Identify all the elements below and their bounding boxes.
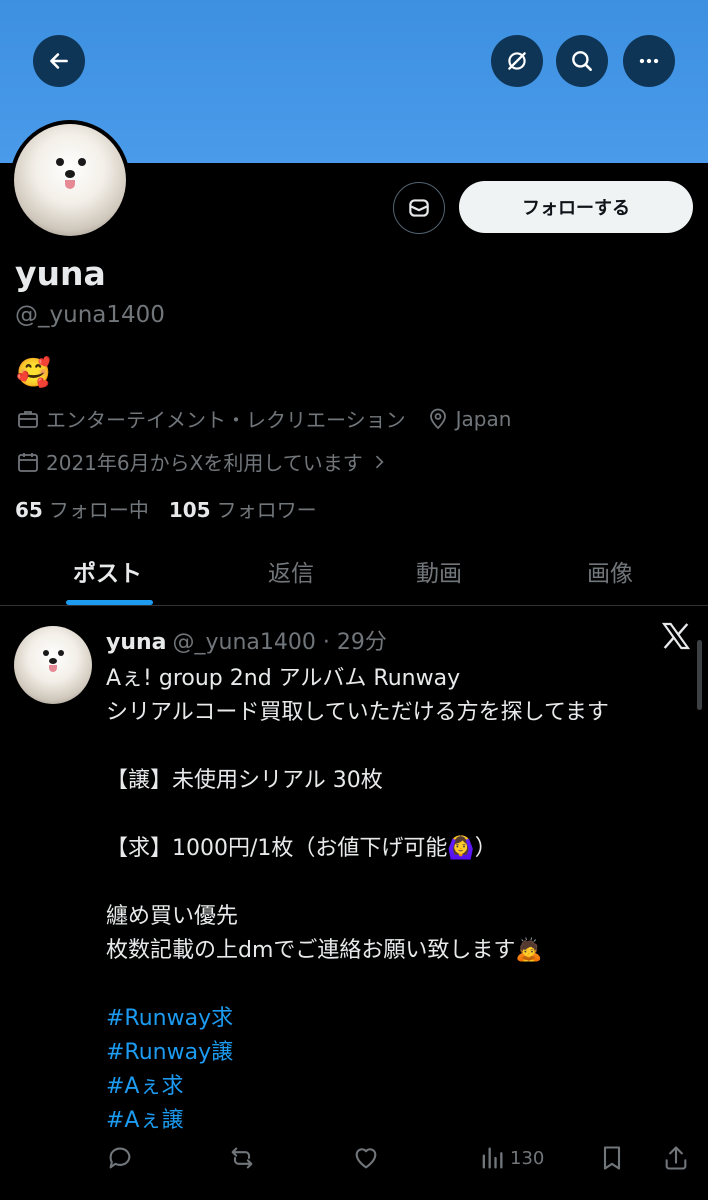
profile-avatar[interactable]: [10, 120, 130, 240]
profile-handle: @_yuna1400: [15, 302, 165, 328]
grok-icon: [508, 52, 526, 70]
more-button[interactable]: [623, 35, 675, 87]
followers-label: フォロワー: [216, 498, 317, 522]
location-icon: [429, 408, 446, 429]
bookmark-icon: [603, 1146, 621, 1170]
profile-name: yuna: [15, 254, 106, 293]
post-author-name[interactable]: yuna: [106, 630, 167, 655]
post-text-line: 【求】1000円/1枚（お値下げ可能🙆‍♀️）: [106, 836, 497, 861]
briefcase-icon: [18, 410, 38, 428]
chevron-right-icon: [375, 455, 384, 468]
views-count: 130: [510, 1147, 545, 1169]
post-text-line: 枚数記載の上dmでご連絡お願い致します🙇: [106, 938, 543, 963]
tab-replies[interactable]: 返信: [268, 554, 314, 588]
heart-icon: [355, 1148, 377, 1169]
like-button[interactable]: [352, 1144, 380, 1172]
post-text-line: 【譲】未使用シリアル 30枚: [106, 768, 383, 793]
profile-bio: 🥰: [16, 356, 51, 389]
profile-tabs: ポスト 返信 動画 画像: [0, 540, 708, 606]
profile-location: Japan: [455, 406, 512, 431]
repost-icon: [231, 1147, 253, 1169]
post-avatar[interactable]: [14, 626, 92, 704]
grok-button[interactable]: [491, 35, 543, 87]
hashtag-link[interactable]: #Runway譲: [106, 1034, 233, 1066]
follow-button[interactable]: フォローする: [459, 181, 693, 233]
message-button[interactable]: [393, 182, 445, 234]
followers-stat[interactable]: 105 フォロワー: [169, 494, 317, 523]
profile-joined-row[interactable]: 2021年6月からXを利用しています: [16, 447, 395, 476]
arrow-left-icon: [50, 53, 68, 69]
post-author-handle[interactable]: @_yuna1400: [173, 630, 316, 655]
post-text-line: 纏め買い優先: [106, 904, 239, 929]
scrollbar[interactable]: [697, 640, 702, 710]
repost-button[interactable]: [228, 1144, 256, 1172]
following-count: 65: [15, 498, 43, 522]
post-actions: 130: [0, 1140, 708, 1180]
more-icon: [639, 58, 659, 64]
followers-count: 105: [168, 498, 211, 522]
profile-meta-row: エンターテイメント・レクリエーション Japan: [16, 404, 511, 433]
profile-joined: 2021年6月からXを利用しています: [46, 451, 363, 475]
post-text-line: Aぇ! group 2nd アルバム Runway: [106, 666, 461, 691]
active-tab-indicator: [66, 600, 153, 605]
share-icon: [665, 1146, 687, 1170]
calendar-icon: [18, 452, 38, 472]
post-time[interactable]: · 29分: [323, 630, 387, 655]
back-button[interactable]: [33, 35, 85, 87]
share-button[interactable]: [662, 1144, 690, 1172]
reply-button[interactable]: [106, 1144, 134, 1172]
profile-category: エンターテイメント・レクリエーション: [46, 408, 406, 432]
mail-icon: [409, 199, 429, 217]
bar-chart-icon: [482, 1147, 503, 1169]
search-icon: [572, 51, 592, 71]
views-button[interactable]: 130: [478, 1144, 544, 1172]
dog-avatar-image: [14, 124, 126, 236]
tab-posts[interactable]: ポスト: [73, 554, 142, 588]
hashtag-link[interactable]: #Runway求: [106, 1000, 233, 1032]
profile-stats: 65 フォロー中 105 フォロワー: [15, 494, 317, 523]
hashtag-link[interactable]: #Aぇ譲: [106, 1102, 183, 1134]
search-button[interactable]: [556, 35, 608, 87]
tab-videos[interactable]: 動画: [416, 554, 462, 588]
following-label: フォロー中: [48, 498, 149, 522]
bookmark-button[interactable]: [598, 1144, 626, 1172]
post-text-line: シリアルコード買取していただける方を探してます: [106, 700, 609, 725]
following-stat[interactable]: 65 フォロー中: [15, 494, 149, 523]
hashtag-link[interactable]: #Aぇ求: [106, 1068, 183, 1100]
x-logo-icon: [661, 622, 691, 650]
reply-icon: [109, 1147, 131, 1169]
tab-images[interactable]: 画像: [587, 554, 633, 588]
post-header: yuna @_yuna1400 · 29分: [106, 624, 387, 656]
